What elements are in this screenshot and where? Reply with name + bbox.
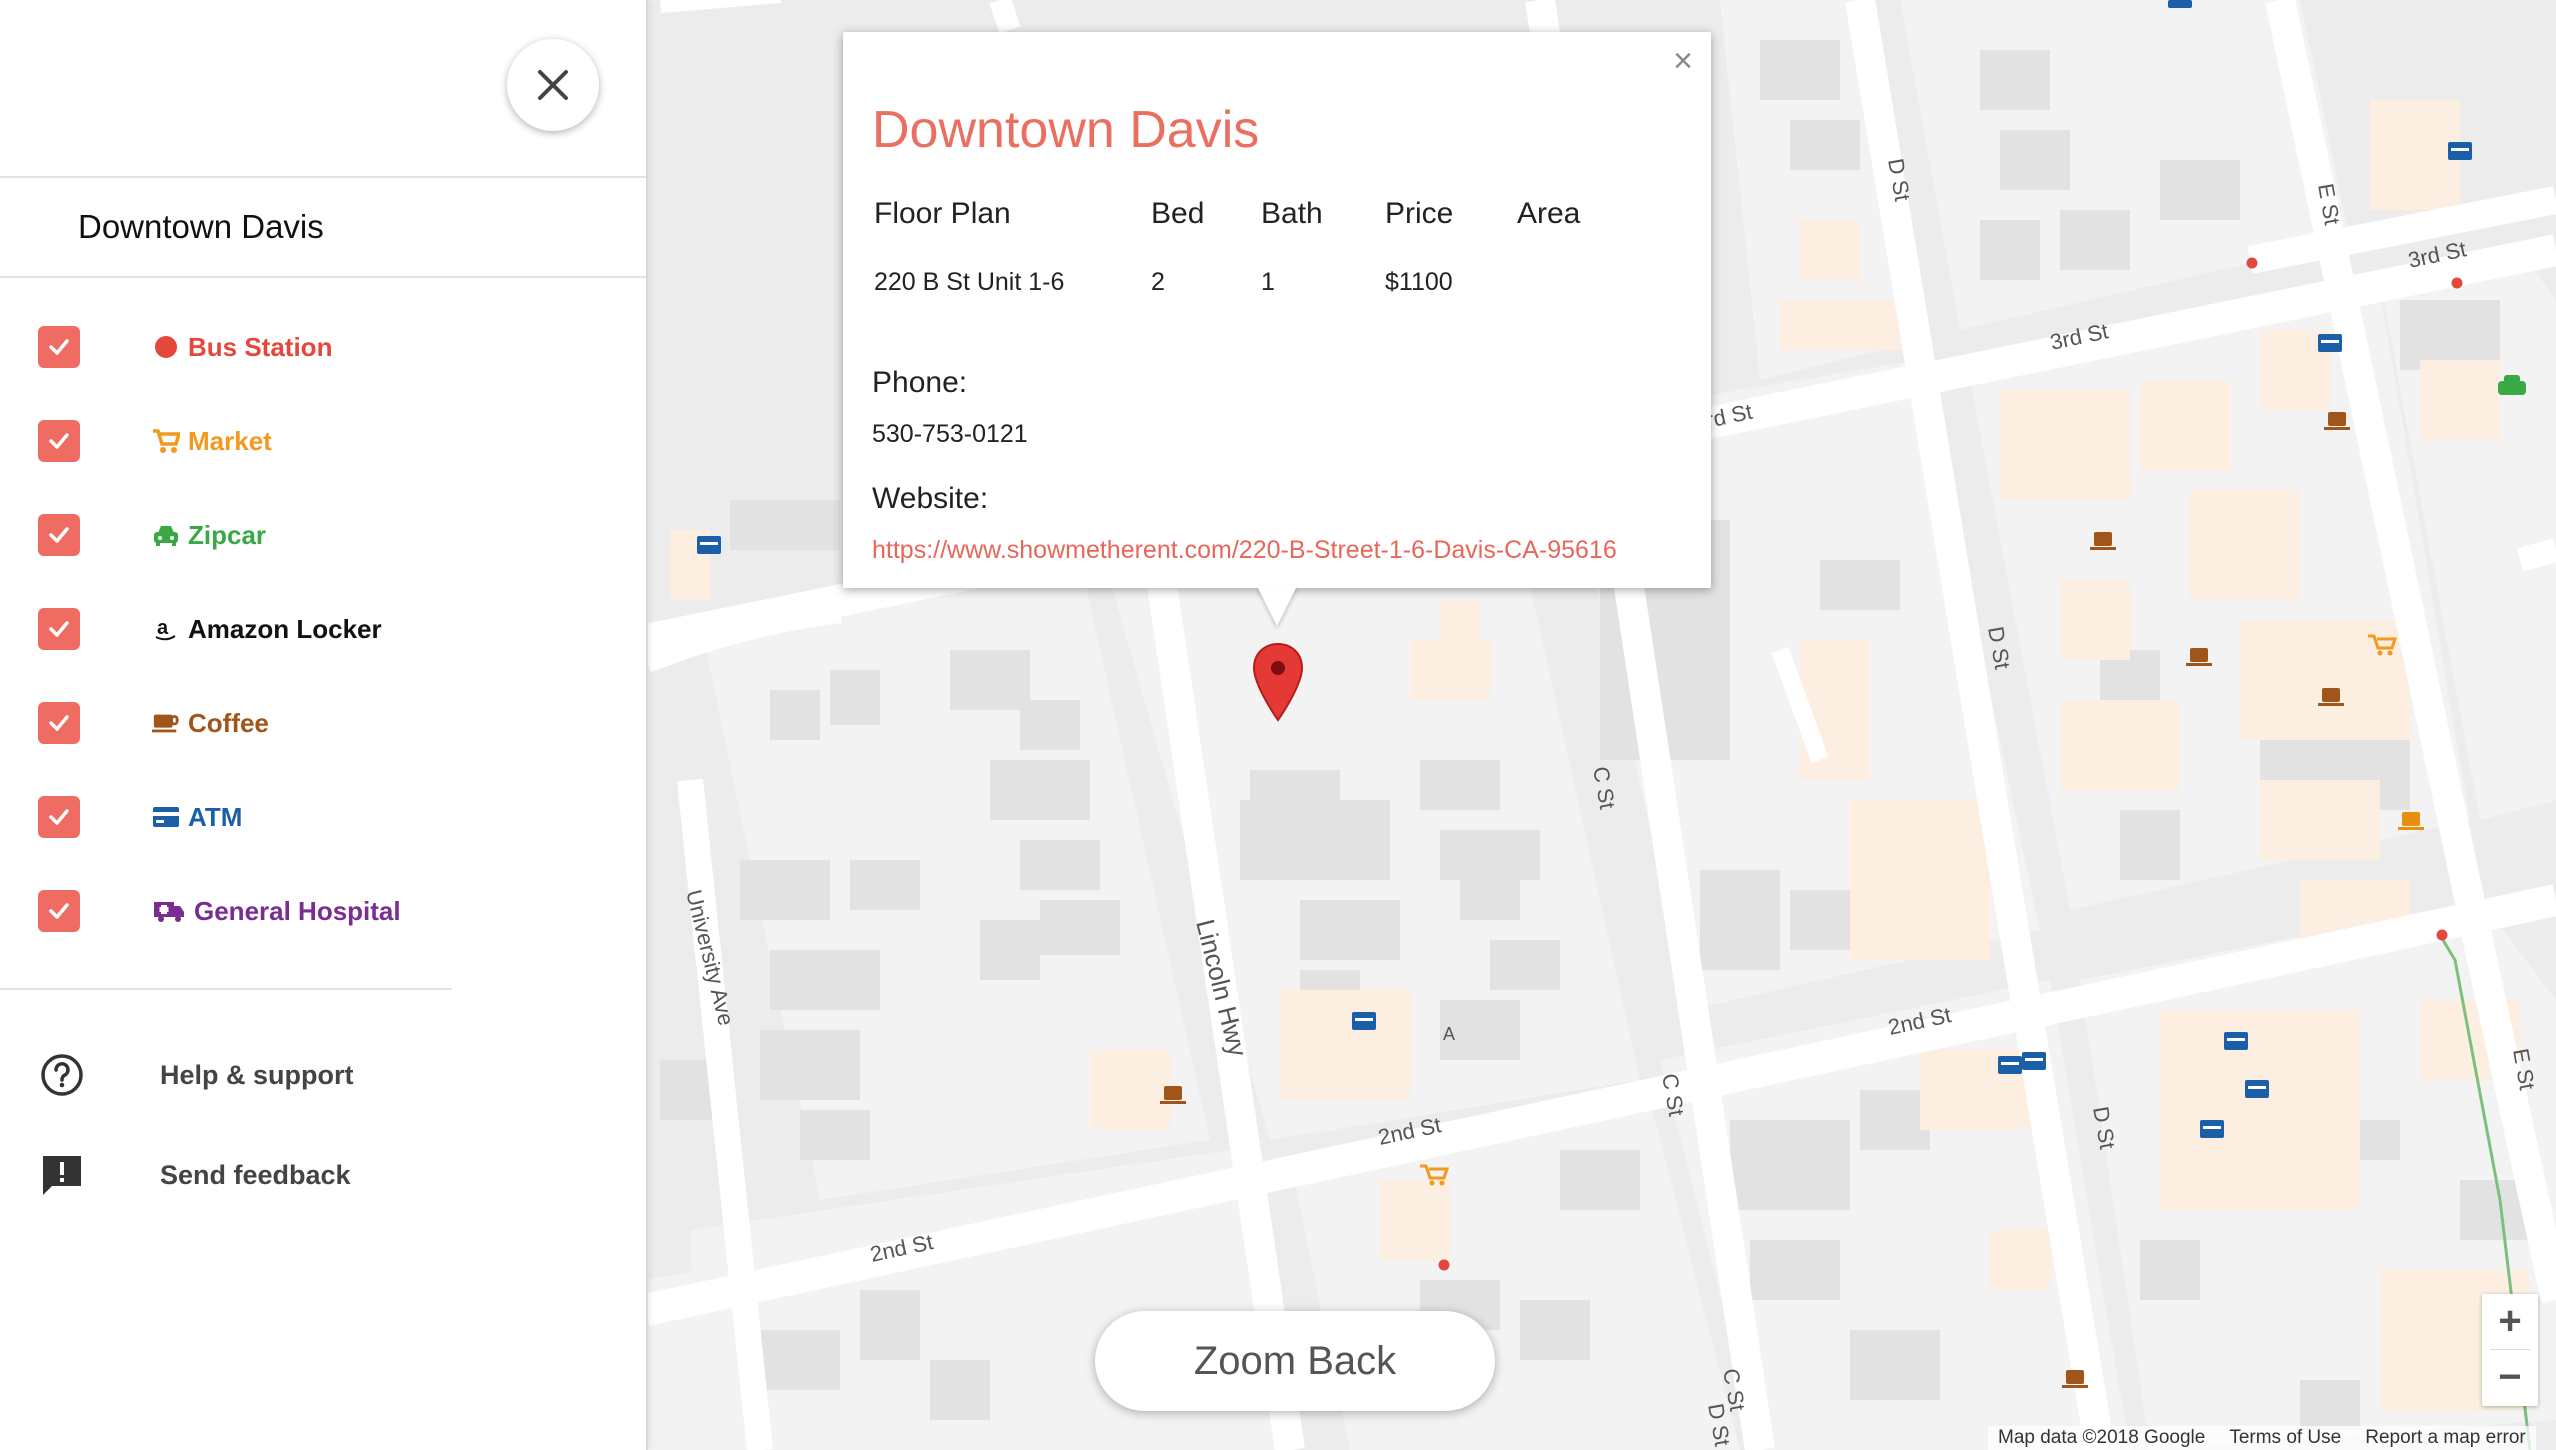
info-window-pointer bbox=[1257, 586, 1297, 626]
table-cell-bath: 1 bbox=[1261, 268, 1275, 296]
category-row-amazon-locker: a Amazon Locker bbox=[38, 607, 598, 651]
close-sidebar-button[interactable] bbox=[507, 39, 599, 131]
map-attribution: Map data ©2018 Google Terms of Use Repor… bbox=[1988, 1426, 2536, 1450]
category-row-general-hospital: General Hospital bbox=[38, 889, 598, 933]
popup-title: Downtown Davis bbox=[872, 101, 1260, 159]
svg-text:a: a bbox=[157, 617, 169, 639]
category-label[interactable]: a Amazon Locker bbox=[152, 607, 382, 651]
car-icon bbox=[152, 521, 180, 549]
category-row-coffee: Coffee bbox=[38, 701, 598, 745]
coffee-checkbox[interactable] bbox=[38, 702, 80, 744]
map-small-label: A bbox=[1443, 1024, 1455, 1044]
general-hospital-checkbox[interactable] bbox=[38, 890, 80, 932]
send-feedback-label: Send feedback bbox=[160, 1159, 351, 1190]
phone-label: Phone: bbox=[872, 366, 968, 399]
help-circle-icon bbox=[41, 1054, 83, 1096]
amazon-locker-checkbox[interactable] bbox=[38, 608, 80, 650]
sidebar-divider bbox=[0, 988, 452, 990]
table-cell-price: $1100 bbox=[1385, 268, 1453, 296]
help-support-label: Help & support bbox=[160, 1059, 354, 1090]
cart-icon bbox=[152, 427, 180, 455]
category-label[interactable]: Bus Station bbox=[152, 325, 332, 369]
search-bar bbox=[0, 176, 646, 278]
website-link[interactable]: https://www.showmetherent.com/220-B-Stre… bbox=[872, 536, 1617, 564]
report-map-error-link[interactable]: Report a map error bbox=[2365, 1427, 2526, 1449]
category-row-bus-station: Bus Station bbox=[38, 325, 598, 369]
category-row-atm: ATM bbox=[38, 795, 598, 839]
atm-checkbox[interactable] bbox=[38, 796, 80, 838]
map-data-text: Map data ©2018 Google bbox=[1998, 1427, 2206, 1448]
zoom-out-button[interactable]: − bbox=[2482, 1350, 2538, 1405]
category-row-market: Market bbox=[38, 419, 598, 463]
atm-card-icon bbox=[152, 803, 180, 831]
category-row-zipcar: Zipcar bbox=[38, 513, 598, 557]
table-header-price: Price bbox=[1385, 197, 1454, 230]
map-marker-icon[interactable] bbox=[1252, 642, 1304, 727]
close-icon bbox=[538, 70, 568, 100]
table-cell-bed: 2 bbox=[1151, 268, 1165, 296]
zoom-control: + − bbox=[2482, 1294, 2538, 1406]
table-cell-floor-plan: 220 B St Unit 1-6 bbox=[874, 268, 1065, 296]
table-header-bath: Bath bbox=[1261, 197, 1323, 230]
ambulance-icon bbox=[152, 897, 186, 925]
info-window: × Downtown Davis Floor Plan Bed Bath Pri… bbox=[843, 32, 1711, 588]
phone-value: 530-753-0121 bbox=[872, 420, 1028, 448]
close-info-window-button[interactable]: × bbox=[1673, 44, 1693, 78]
market-checkbox[interactable] bbox=[38, 420, 80, 462]
zoom-in-button[interactable]: + bbox=[2482, 1294, 2538, 1349]
search-input[interactable] bbox=[76, 200, 600, 254]
send-feedback-item[interactable]: Send feedback bbox=[40, 1152, 351, 1198]
table-header-area: Area bbox=[1517, 197, 1581, 230]
category-label[interactable]: ATM bbox=[152, 795, 242, 839]
amazon-icon: a bbox=[152, 615, 180, 643]
table-header-bed: Bed bbox=[1151, 197, 1205, 230]
feedback-icon bbox=[43, 1156, 81, 1195]
category-label[interactable]: Market bbox=[152, 419, 272, 463]
category-label[interactable]: Zipcar bbox=[152, 513, 266, 557]
zoom-back-button[interactable]: Zoom Back bbox=[1095, 1311, 1495, 1411]
category-label[interactable]: General Hospital bbox=[152, 889, 401, 933]
terms-of-use-link[interactable]: Terms of Use bbox=[2229, 1427, 2341, 1449]
table-header-floor-plan: Floor Plan bbox=[874, 197, 1011, 230]
category-label[interactable]: Coffee bbox=[152, 701, 269, 745]
circle-icon bbox=[152, 333, 180, 361]
help-support-item[interactable]: Help & support bbox=[40, 1052, 354, 1098]
coffee-icon bbox=[152, 709, 180, 737]
sidebar: Bus Station Market Zipcar a Amazon Locke… bbox=[0, 0, 648, 1450]
bus-station-checkbox[interactable] bbox=[38, 326, 80, 368]
zipcar-checkbox[interactable] bbox=[38, 514, 80, 556]
website-label: Website: bbox=[872, 482, 989, 515]
